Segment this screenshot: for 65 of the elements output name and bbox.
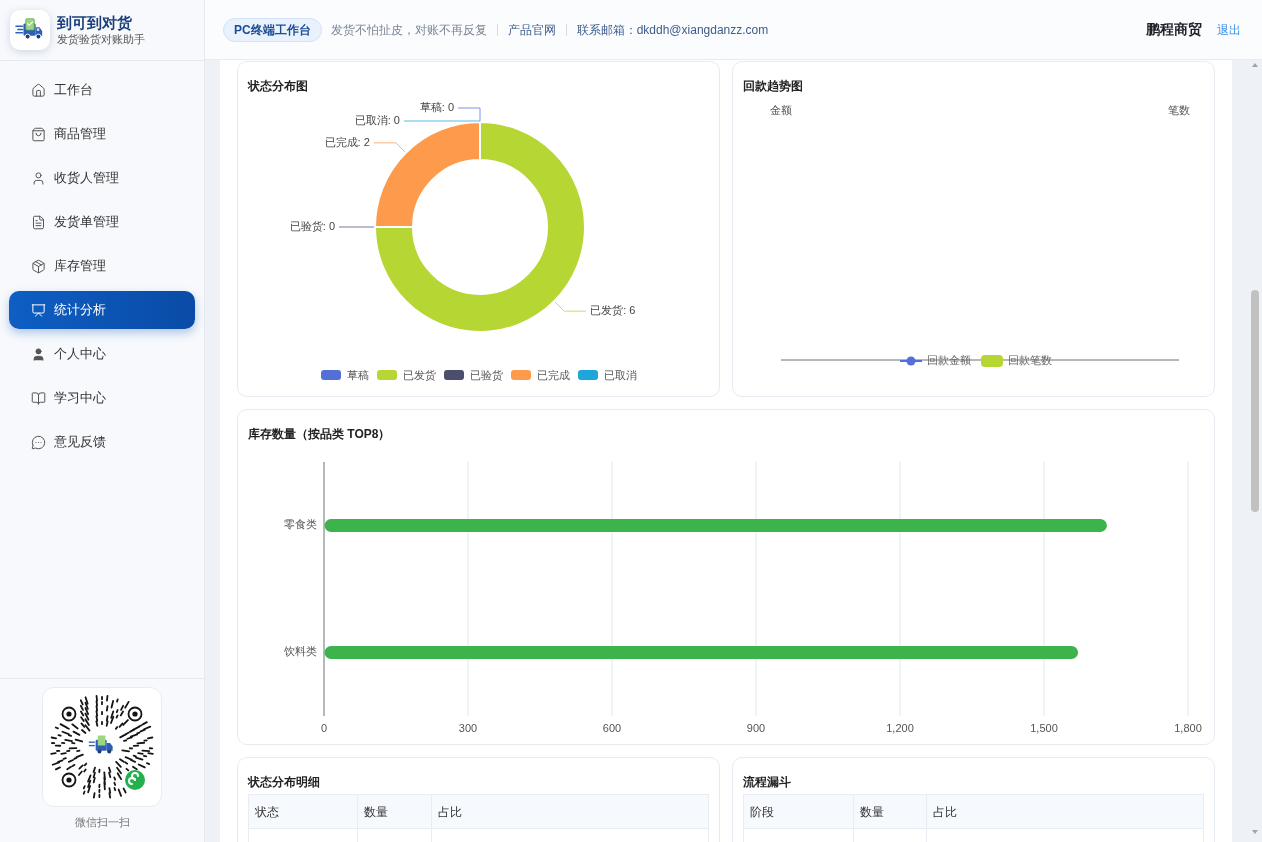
nav-item[interactable]: 学习中心 [9,379,195,417]
label-line [554,301,587,312]
company-name: 鹏程商贸 [1146,20,1202,39]
tick-label: 1,200 [886,721,914,734]
legend-label: 草稿 [346,367,369,383]
legend-label: 已发货 [402,367,436,383]
card-title: 流程漏斗 [743,775,791,789]
legend-label: 回款金额 [927,353,971,366]
tick-label: 300 [458,721,478,734]
nav-item[interactable]: 统计分析 [9,291,195,329]
nav-item[interactable]: 工作台 [9,71,195,109]
card-title: 回款趋势图 [743,79,803,93]
slice-label: 已完成: 2 [324,135,370,148]
presentation-board-icon [31,302,46,318]
legend-label: 已取消 [603,367,637,383]
category-label: 饮料类 [284,645,317,658]
column-header: 状态 [255,805,279,820]
card-title: 状态分布明细 [248,775,320,789]
header-link[interactable]: 联系邮箱：dkddh@xiangdanzz.com [576,20,769,39]
nav-item[interactable]: 个人中心 [9,335,195,373]
logout-link[interactable]: 退出 [1217,20,1241,39]
slice-label: 草稿: 0 [419,100,454,113]
label-line [373,142,406,153]
card-title: 库存数量（按品类 TOP8） [248,427,391,441]
card-title: 状态分布图 [248,79,308,93]
slice-label: 已验货: 0 [289,219,335,232]
person-icon [31,170,46,186]
document-icon [31,214,46,230]
axis-name: 金额 [770,103,792,116]
category-label: 零食类 [284,518,317,531]
person-icon [31,346,46,362]
legend-label: 已完成 [536,367,570,383]
nav-item[interactable]: 发货单管理 [9,203,195,241]
nav-item[interactable]: 意见反馈 [9,423,195,461]
nav-item[interactable]: 收货人管理 [9,159,195,197]
tick-label: 600 [602,721,622,734]
tick-label: 900 [746,721,766,734]
truck-logo-icon [10,10,50,50]
brand-title: 到可到对货 [57,13,133,32]
slice-label: 已取消: 0 [354,113,400,126]
axis-name: 笔数 [1168,103,1190,116]
tick-label: 1,500 [1030,721,1058,734]
column-header: 数量 [859,805,884,820]
column-header: 数量 [363,805,388,820]
legend-label: 回款笔数 [1008,353,1052,366]
column-header: 占比 [437,805,462,820]
nav-item[interactable]: 库存管理 [9,247,195,285]
label-line [338,226,375,228]
header-link[interactable]: 产品官网 [507,20,556,39]
scan-caption: 微信扫一扫 [74,815,130,830]
slice-label: 已发货: 6 [590,304,636,317]
house-icon [31,82,46,98]
brand-subtitle: 发货验货对账助手 [57,32,145,47]
workspace-badge: PC终端工作台 [223,17,322,42]
column-header: 阶段 [750,805,774,820]
box-icon [31,258,46,274]
chat-bubble-icon [31,434,46,450]
tick-label: 1,800 [1174,721,1202,734]
tick-label: 0 [320,721,328,734]
open-book-icon [31,390,46,406]
nav-item[interactable]: 商品管理 [9,115,195,153]
column-header: 占比 [932,805,957,820]
slogan-text: 发货不怕扯皮，对账不再反复 [330,21,487,39]
legend-label: 已验货 [469,367,503,383]
shopping-bag-icon [31,126,46,142]
